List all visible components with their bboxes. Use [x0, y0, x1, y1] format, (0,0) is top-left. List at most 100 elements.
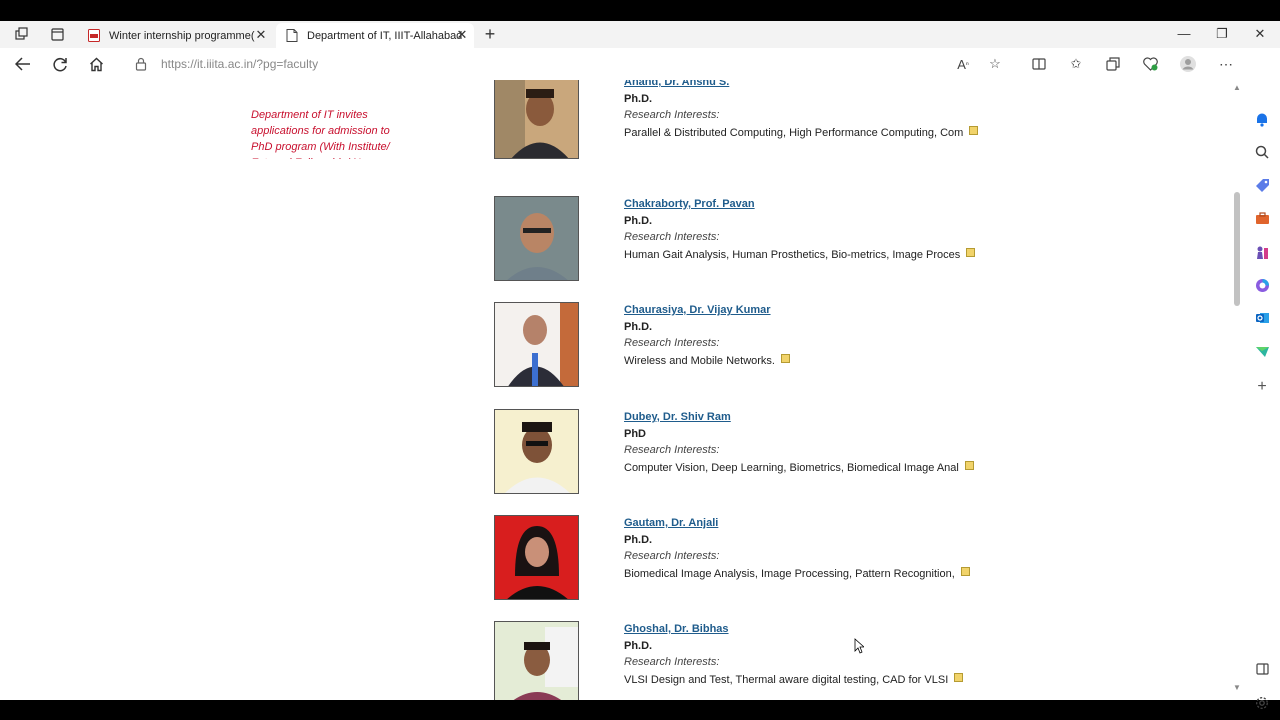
research-interests-text: Wireless and Mobile Networks. — [624, 354, 790, 367]
faculty-degree: Ph.D. — [624, 321, 653, 333]
outlook-icon[interactable] — [1253, 309, 1271, 327]
faculty-photo[interactable] — [494, 196, 579, 281]
faculty-entry: Gautam, Dr. Anjali Ph.D. Research Intere… — [494, 515, 994, 600]
tab-title: Department of IT, IIIT-Allahabad — [307, 29, 463, 42]
faculty-degree: Ph.D. — [624, 534, 653, 546]
scrollbar-thumb[interactable] — [1234, 192, 1240, 306]
research-interests-label: Research Interests: — [624, 550, 720, 562]
faculty-entry: Chakraborty, Prof. Pavan Ph.D. Research … — [494, 196, 994, 281]
games-chess-icon[interactable] — [1253, 243, 1271, 261]
back-button[interactable] — [14, 55, 32, 73]
add-sidebar-app-icon[interactable]: + — [1253, 378, 1271, 396]
new-tab-button[interactable]: + — [480, 24, 500, 44]
more-icon[interactable] — [960, 567, 970, 576]
scroll-down-arrow-icon[interactable]: ▼ — [1233, 683, 1241, 692]
settings-gear-icon[interactable] — [1253, 694, 1271, 712]
split-screen-icon[interactable] — [1030, 55, 1048, 73]
faculty-photo[interactable] — [494, 621, 579, 700]
close-window-button[interactable]: ✕ — [1250, 25, 1270, 43]
research-interests-text: Biomedical Image Analysis, Image Process… — [624, 567, 970, 580]
research-interests-value: Wireless and Mobile Networks. — [624, 355, 775, 367]
more-icon[interactable] — [969, 126, 979, 135]
address-bar[interactable]: https://it.iiita.ac.in/?pg=faculty — [161, 57, 318, 71]
faculty-entry: Ghoshal, Dr. Bibhas Ph.D. Research Inter… — [494, 621, 994, 700]
research-interests-label: Research Interests: — [624, 109, 720, 121]
page-scrollbar[interactable]: ▲ ▼ — [1230, 80, 1244, 700]
minimize-button[interactable]: — — [1174, 25, 1194, 43]
more-icon[interactable] — [964, 461, 974, 470]
navigation-toolbar: https://it.iiita.ac.in/?pg=faculty Aⁿ ☆ … — [0, 48, 1280, 80]
faculty-photo[interactable] — [494, 302, 579, 387]
hide-sidebar-icon[interactable] — [1253, 660, 1271, 678]
edge-sidebar: + — [1244, 48, 1280, 709]
home-button[interactable] — [87, 55, 105, 73]
more-icon[interactable] — [954, 673, 964, 682]
research-interests-label: Research Interests: — [624, 337, 720, 349]
more-icon[interactable] — [966, 248, 976, 257]
search-icon[interactable] — [1253, 143, 1271, 161]
faculty-degree: Ph.D. — [624, 640, 653, 652]
phd-admission-notice[interactable]: Department of IT invites applications fo… — [251, 107, 401, 159]
faculty-photo[interactable] — [494, 515, 579, 600]
lock-icon[interactable] — [135, 57, 147, 71]
close-tab-icon[interactable]: ✕ — [456, 28, 468, 41]
microsoft-365-icon[interactable] — [1253, 276, 1271, 294]
browser-window: Winter internship programme(1). ✕ Depart… — [0, 21, 1280, 709]
faculty-entry: Chaurasiya, Dr. Vijay Kumar Ph.D. Resear… — [494, 302, 994, 387]
research-interests-text: Computer Vision, Deep Learning, Biometri… — [624, 461, 974, 474]
read-aloud-icon[interactable]: Aⁿ — [954, 55, 972, 73]
research-interests-value: Parallel & Distributed Computing, High P… — [624, 127, 964, 139]
faculty-name-link[interactable]: Dubey, Dr. Shiv Ram — [624, 411, 731, 423]
tab-strip: Winter internship programme(1). ✕ Depart… — [0, 21, 1280, 48]
favorites-icon[interactable]: ✩ — [1067, 55, 1085, 73]
tab-actions-icon[interactable] — [47, 25, 67, 43]
research-interests-value: Biomedical Image Analysis, Image Process… — [624, 568, 955, 580]
pdf-file-icon — [88, 29, 100, 42]
notifications-bell-icon[interactable] — [1253, 110, 1271, 128]
page-icon — [286, 29, 298, 42]
tab-department-it[interactable]: Department of IT, IIIT-Allahabad ✕ — [276, 23, 474, 48]
restore-button[interactable]: ❐ — [1212, 25, 1232, 43]
faculty-degree: Ph.D. — [624, 215, 653, 227]
home-icon — [89, 57, 103, 71]
research-interests-value: Human Gait Analysis, Human Prosthetics, … — [624, 249, 961, 261]
shopping-tag-icon[interactable] — [1253, 176, 1271, 194]
mouse-cursor-icon — [854, 638, 864, 654]
research-interests-text: Parallel & Distributed Computing, High P… — [624, 126, 979, 139]
faculty-name-link[interactable]: Chakraborty, Prof. Pavan — [624, 198, 755, 210]
tab-winter-internship[interactable]: Winter internship programme(1). ✕ — [78, 23, 273, 48]
back-arrow-icon — [15, 57, 30, 71]
favorite-star-icon[interactable]: ☆ — [986, 55, 1004, 73]
faculty-degree: Ph.D. — [624, 93, 653, 105]
research-interests-label: Research Interests: — [624, 656, 720, 668]
faculty-name-link[interactable]: Chaurasiya, Dr. Vijay Kumar — [624, 304, 771, 316]
research-interests-value: VLSI Design and Test, Thermal aware digi… — [624, 674, 949, 686]
faculty-photo[interactable] — [494, 409, 579, 494]
tools-briefcase-icon[interactable] — [1253, 209, 1271, 227]
close-tab-icon[interactable]: ✕ — [255, 28, 267, 41]
more-menu-icon[interactable]: ⋯ — [1217, 55, 1235, 73]
refresh-button[interactable] — [51, 55, 69, 73]
profile-avatar-icon[interactable] — [1179, 55, 1197, 73]
research-interests-label: Research Interests: — [624, 444, 720, 456]
faculty-degree: PhD — [624, 428, 646, 440]
faculty-photo[interactable] — [494, 80, 579, 159]
faculty-name-link[interactable]: Gautam, Dr. Anjali — [624, 517, 718, 529]
page-content: Department of IT invites applications fo… — [0, 80, 1230, 700]
more-icon[interactable] — [781, 354, 790, 363]
research-interests-text: VLSI Design and Test, Thermal aware digi… — [624, 673, 964, 686]
scroll-up-arrow-icon[interactable]: ▲ — [1233, 83, 1241, 92]
faculty-entry: Dubey, Dr. Shiv Ram PhD Research Interes… — [494, 409, 994, 494]
faculty-name-link[interactable]: Ghoshal, Dr. Bibhas — [624, 623, 729, 635]
collections-icon[interactable] — [1104, 55, 1122, 73]
research-interests-label: Research Interests: — [624, 231, 720, 243]
faculty-name-link[interactable]: Anand, Dr. Anshu S. — [624, 80, 729, 88]
browser-essentials-icon[interactable] — [1141, 55, 1159, 73]
workspaces-icon[interactable] — [12, 25, 32, 43]
tab-title: Winter internship programme(1). — [109, 29, 255, 42]
faculty-entry: Anand, Dr. Anshu S. Ph.D. Research Inter… — [494, 80, 994, 159]
research-interests-text: Human Gait Analysis, Human Prosthetics, … — [624, 248, 976, 261]
research-interests-value: Computer Vision, Deep Learning, Biometri… — [624, 462, 959, 474]
refresh-icon — [52, 57, 67, 71]
drop-icon[interactable] — [1253, 342, 1271, 360]
